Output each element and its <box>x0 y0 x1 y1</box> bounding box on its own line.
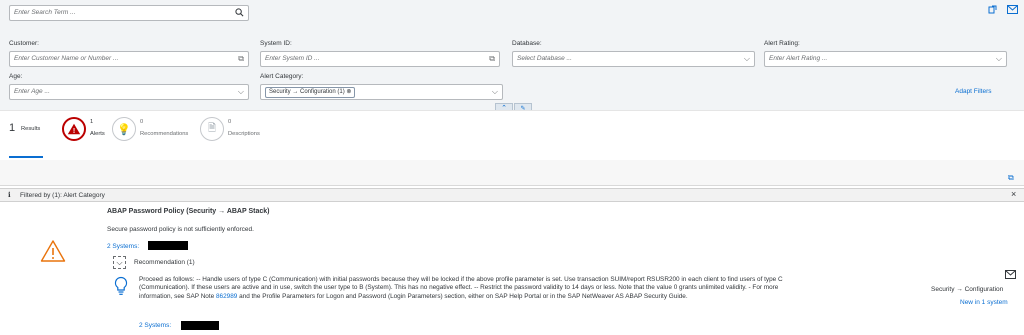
redacted-systems-2 <box>181 321 219 330</box>
alert-rating-placeholder: Enter Alert Rating ... <box>769 55 828 62</box>
expand-recommendation-button[interactable]: ⌵ <box>113 256 126 269</box>
lightbulb-icon <box>114 276 128 298</box>
system-id-label: System ID: <box>260 40 292 47</box>
results-count: 1 <box>9 122 16 134</box>
alert-description: Secure password policy is not sufficient… <box>107 226 254 233</box>
recommendation-body-2: and the Profile Parameters for Logon and… <box>239 292 688 300</box>
recommendation-header: Recommendation (1) <box>134 259 195 266</box>
warning-icon <box>40 239 66 265</box>
search-input[interactable]: Enter Search Term ... <box>9 5 249 21</box>
database-label: Database: <box>512 40 542 47</box>
system-id-input[interactable]: Enter System ID ... ⧉ <box>260 51 500 67</box>
results-label: Results <box>21 126 41 132</box>
customer-placeholder: Enter Customer Name or Number ... <box>14 55 119 62</box>
svg-text:!: ! <box>73 128 75 135</box>
age-label: Age: <box>9 73 23 80</box>
new-in-system-link[interactable]: New in 1 system <box>960 299 1008 306</box>
recommendation-text: Proceed as follows: -- Handle users of t… <box>139 276 809 301</box>
token-remove-icon[interactable]: ⊗ <box>346 89 351 95</box>
descriptions-count: 0 <box>228 119 232 125</box>
age-select[interactable]: Enter Age ... ⌵ <box>9 84 249 100</box>
filter-token-label: Security → Configuration (1) <box>269 89 345 95</box>
customer-label: Customer: <box>9 40 39 47</box>
filter-token[interactable]: Security → Configuration (1) ⊗ <box>265 87 356 98</box>
adapt-filters-button[interactable]: Adapt Filters <box>955 88 992 95</box>
share-icon[interactable] <box>987 5 997 17</box>
value-help-icon[interactable]: ⧉ <box>238 54 244 64</box>
customer-input[interactable]: Enter Customer Name or Number ... ⧉ <box>9 51 249 67</box>
chevron-down-icon[interactable]: ⌵ <box>492 87 498 97</box>
sap-note-link[interactable]: 862989 <box>216 293 237 300</box>
descriptions-tab[interactable]: 🗎 <box>200 117 224 141</box>
mail-icon[interactable] <box>1005 270 1016 281</box>
mail-icon[interactable] <box>1007 5 1018 16</box>
search-placeholder: Enter Search Term ... <box>14 9 76 16</box>
filter-info-bar <box>0 188 1024 202</box>
alert-warning-icon: ! <box>67 123 81 135</box>
age-placeholder: Enter Age ... <box>14 88 50 95</box>
toolbar <box>0 160 1024 186</box>
alert-rating-label: Alert Rating: <box>764 40 800 47</box>
recommendations-label: Recommendations <box>140 131 189 137</box>
database-select[interactable]: Select Database ... ⌵ <box>512 51 755 67</box>
database-placeholder: Select Database ... <box>517 55 572 62</box>
alerts-tab[interactable]: ! <box>62 117 86 141</box>
category-label: Security → Configuration <box>931 286 1004 293</box>
chevron-down-icon[interactable]: ⌵ <box>996 54 1002 64</box>
recommendations-tab[interactable]: 💡 <box>112 117 136 141</box>
close-icon[interactable]: × <box>1011 189 1016 199</box>
selected-tab-indicator <box>9 156 43 158</box>
systems-link[interactable]: 2 Systems: <box>107 243 139 250</box>
chevron-down-icon[interactable]: ⌵ <box>744 54 750 64</box>
alert-title[interactable]: ABAP Password Policy (Security → ABAP St… <box>107 208 269 215</box>
systems-link-2[interactable]: 2 Systems: <box>139 322 171 329</box>
alert-rating-input[interactable]: Enter Alert Rating ... ⌵ <box>764 51 1007 67</box>
alerts-label: Alerts <box>90 131 105 137</box>
value-help-icon[interactable]: ⧉ <box>489 54 495 64</box>
redacted-systems <box>148 241 188 250</box>
search-icon[interactable] <box>235 8 244 19</box>
lightbulb-icon: 💡 <box>117 123 131 136</box>
alert-category-label: Alert Category: <box>260 73 304 80</box>
recommendations-count: 0 <box>140 119 144 125</box>
filter-info-text: Filtered by (1): Alert Category <box>20 192 105 199</box>
descriptions-label: Descriptions <box>228 131 260 137</box>
document-icon: 🗎 <box>207 122 217 134</box>
alert-category-select[interactable]: Security → Configuration (1) ⊗ ⌵ <box>260 84 503 100</box>
export-icon[interactable]: ⧉ <box>1008 173 1014 183</box>
system-id-placeholder: Enter System ID ... <box>265 55 320 62</box>
info-icon: ℹ <box>8 192 11 199</box>
chevron-down-icon: ⌵ <box>116 257 123 267</box>
chevron-down-icon[interactable]: ⌵ <box>238 87 244 97</box>
alerts-count: 1 <box>90 119 94 125</box>
